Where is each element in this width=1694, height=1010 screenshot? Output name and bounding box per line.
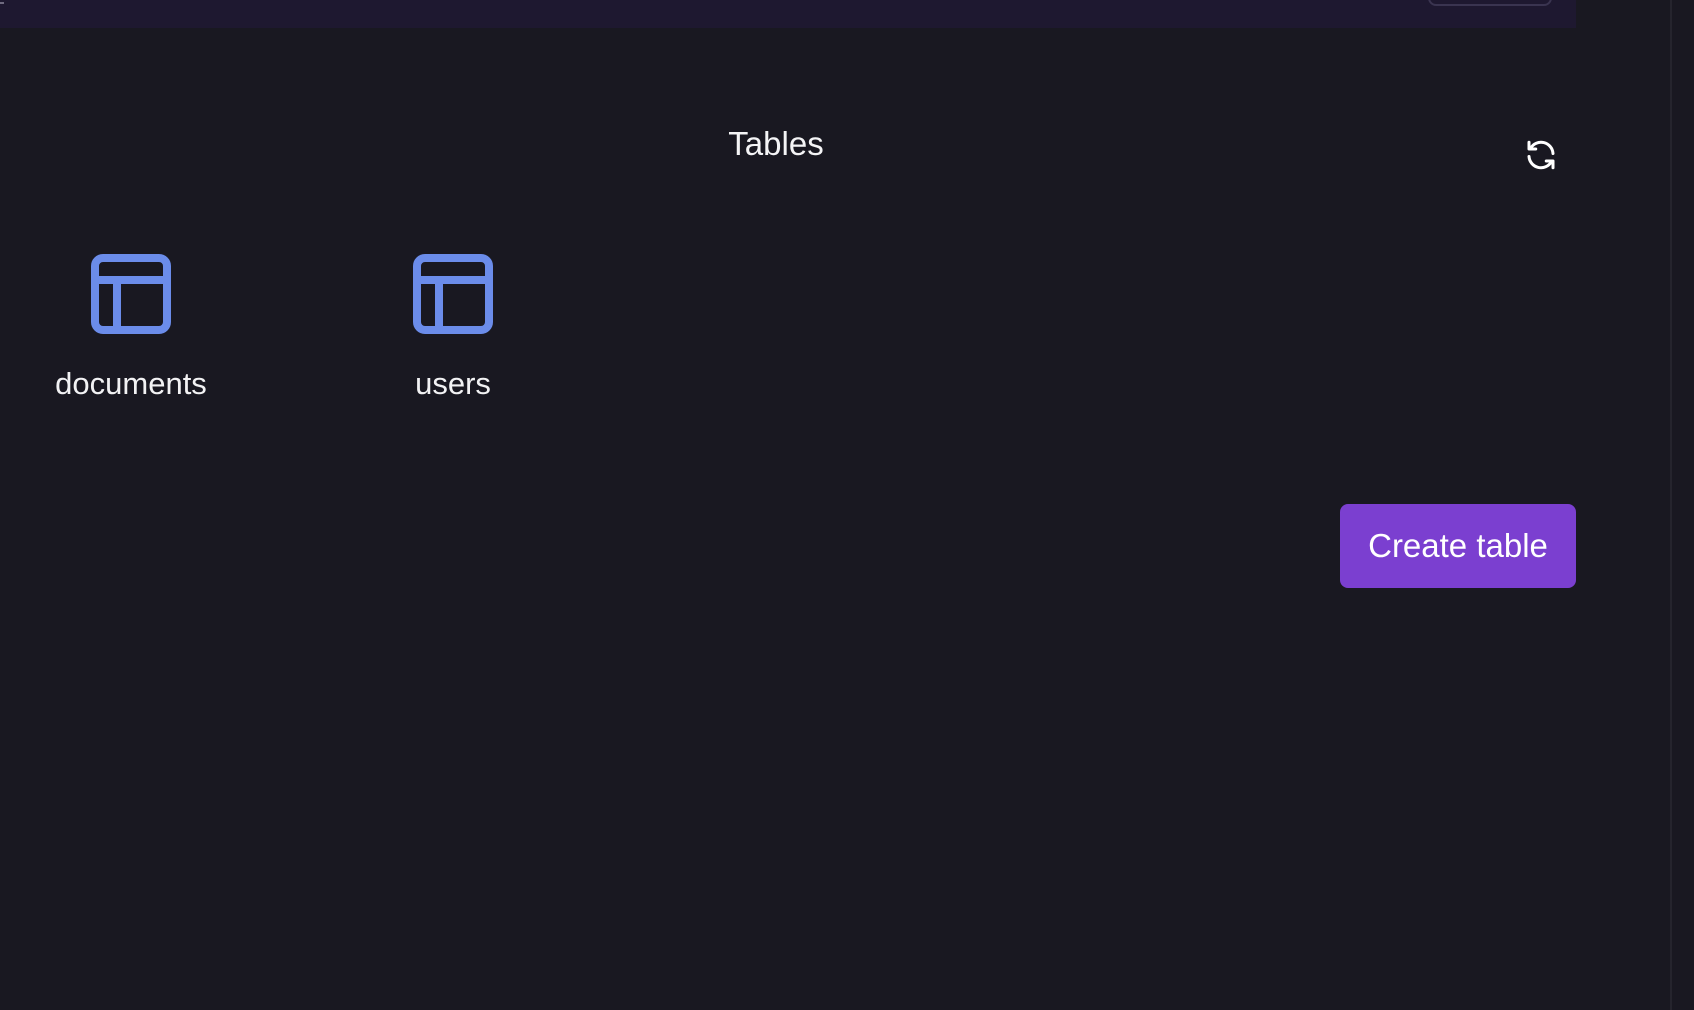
tables-page: Tables documents users Create table (0, 0, 1694, 1010)
table-tile-documents[interactable]: documents (21, 252, 241, 412)
table-layout-icon (413, 254, 493, 334)
toolbar-edge-marker (0, 0, 4, 4)
refresh-icon (1527, 140, 1555, 170)
table-tile-users[interactable]: users (343, 252, 563, 412)
refresh-button[interactable] (1520, 134, 1562, 176)
create-table-button[interactable]: Create table (1340, 504, 1576, 588)
top-toolbar-strip (0, 0, 1576, 28)
table-layout-icon (91, 254, 171, 334)
table-name-label: documents (55, 366, 207, 401)
page-title: Tables (728, 125, 824, 162)
panel-divider[interactable] (1670, 0, 1672, 1010)
table-name-label: users (415, 366, 491, 401)
toolbar-pill-button[interactable] (1428, 0, 1552, 6)
